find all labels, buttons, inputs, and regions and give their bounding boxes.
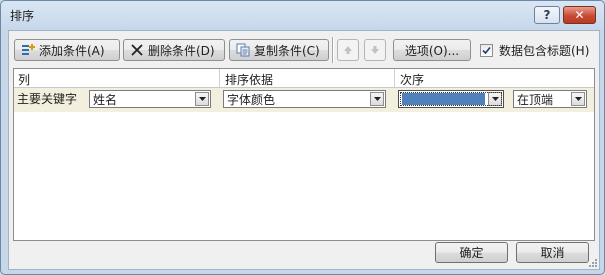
copy-condition-label: 复制条件(C) <box>254 43 320 58</box>
close-button[interactable]: ✕ <box>563 6 596 24</box>
header-divider <box>219 69 220 87</box>
grid-header: 列 排序依据 次序 <box>14 69 594 88</box>
sort-levels-grid: 列 排序依据 次序 主要关键字 姓名 字体颜色 在顶端 <box>13 68 595 241</box>
sort-level-row[interactable]: 主要关键字 姓名 字体颜色 在顶端 <box>14 88 594 112</box>
header-checkbox-label: 数据包含标题(H) <box>499 44 590 58</box>
dialog-title: 排序 <box>10 9 35 23</box>
column-select[interactable]: 姓名 <box>89 90 211 108</box>
add-condition-button[interactable]: 添加条件(A) <box>14 39 120 61</box>
chevron-down-icon[interactable] <box>488 92 502 106</box>
copy-icon <box>236 43 250 57</box>
header-order: 次序 <box>400 73 425 87</box>
options-button[interactable]: 选项(O)... <box>393 39 471 61</box>
header-checkbox[interactable] <box>480 44 493 57</box>
checkmark-icon <box>482 46 491 55</box>
toolbar-separator <box>332 37 334 63</box>
move-down-icon <box>371 46 379 54</box>
move-down-button[interactable] <box>364 39 386 61</box>
resize-grip-icon[interactable] <box>588 258 598 268</box>
order-color-select[interactable] <box>398 90 504 108</box>
ok-button[interactable]: 确定 <box>435 242 508 263</box>
toolbar: 添加条件(A) 删除条件(D) 复制条件(C) 选项(O)... 数据包含标题(… <box>9 31 599 67</box>
help-button[interactable]: ? <box>534 6 560 24</box>
chevron-down-icon[interactable] <box>571 92 585 106</box>
copy-condition-button[interactable]: 复制条件(C) <box>229 39 329 61</box>
color-swatch <box>402 93 485 105</box>
sort-dialog: 排序 ? ✕ 添加条件(A) 删除条件(D) 复制条件(C) 选项(O)... … <box>0 0 605 275</box>
delete-x-icon <box>130 43 144 57</box>
add-condition-icon <box>21 43 35 57</box>
move-up-icon <box>344 46 352 54</box>
title-bar[interactable]: 排序 ? ✕ <box>1 1 604 29</box>
delete-condition-button[interactable]: 删除条件(D) <box>123 39 225 61</box>
header-sort-on: 排序依据 <box>225 73 274 87</box>
add-condition-label: 添加条件(A) <box>39 43 105 58</box>
sort-on-select[interactable]: 字体颜色 <box>223 90 386 108</box>
chevron-down-icon[interactable] <box>195 92 209 106</box>
move-up-button[interactable] <box>337 39 359 61</box>
dialog-body: 添加条件(A) 删除条件(D) 复制条件(C) 选项(O)... 数据包含标题(… <box>8 30 600 270</box>
order-position-value: 在顶端 <box>517 92 554 107</box>
order-position-select[interactable]: 在顶端 <box>513 90 587 108</box>
header-column: 列 <box>18 73 31 87</box>
header-divider <box>394 69 395 87</box>
sort-on-select-value: 字体颜色 <box>227 92 276 107</box>
sort-level-label: 主要关键字 <box>17 92 78 106</box>
chevron-down-icon[interactable] <box>370 92 384 106</box>
column-select-value: 姓名 <box>93 92 118 107</box>
delete-condition-label: 删除条件(D) <box>148 43 215 58</box>
header-checkbox-group[interactable]: 数据包含标题(H) <box>480 42 589 59</box>
cancel-button[interactable]: 取消 <box>516 242 589 263</box>
